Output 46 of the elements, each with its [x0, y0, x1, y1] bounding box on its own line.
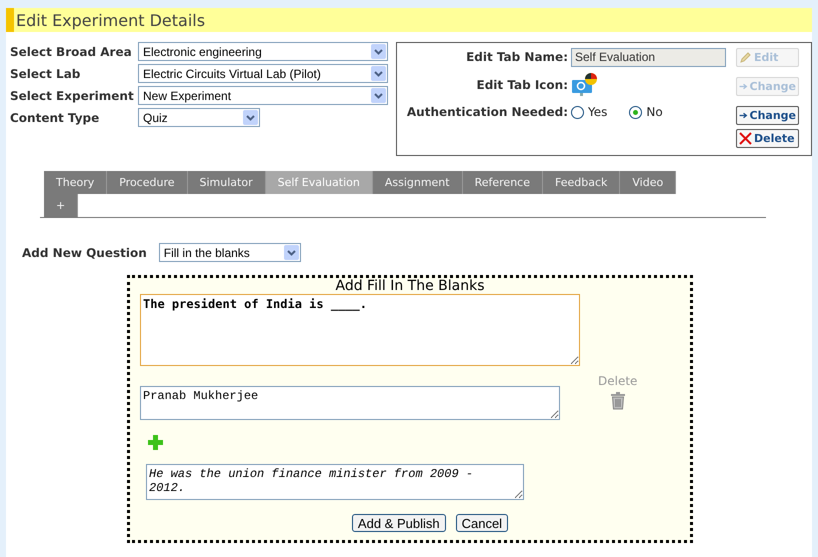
tab[interactable]: +: [44, 194, 78, 217]
field-label: Select Broad Area: [10, 44, 133, 58]
field-label: Select Lab: [10, 66, 82, 80]
tab[interactable]: Feedback: [543, 171, 620, 194]
radio-option[interactable]: Yes: [571, 105, 608, 119]
monitor-icon[interactable]: [571, 72, 599, 98]
tab[interactable]: Assignment: [372, 171, 463, 194]
field-label: Edit Tab Name:: [466, 50, 569, 64]
dropdown-caret-icon[interactable]: [371, 88, 386, 103]
form-button[interactable]: Cancel: [456, 514, 508, 532]
trash-icon[interactable]: [610, 392, 626, 410]
tab-name-field[interactable]: Self Evaluation: [571, 48, 726, 66]
change-button[interactable]: Change: [736, 106, 799, 125]
tab[interactable]: Reference: [462, 171, 543, 194]
accent-bar: [6, 8, 14, 32]
close-icon: [739, 132, 752, 145]
dropdown-caret-icon[interactable]: [371, 44, 386, 59]
dropdown[interactable]: Electric Circuits Virtual Lab (Pilot): [138, 64, 388, 83]
dropdown[interactable]: New Experiment: [138, 86, 388, 105]
question-field[interactable]: The president of India is ____.: [140, 294, 580, 366]
dropdown[interactable]: Electronic engineering: [138, 42, 388, 61]
dropdown-caret-icon[interactable]: [243, 110, 258, 125]
dropdown-caret-icon[interactable]: [284, 245, 299, 260]
field-label: Authentication Needed:: [406, 105, 569, 119]
form-button[interactable]: Add & Publish: [352, 514, 446, 532]
arrow-icon: [739, 110, 748, 121]
tab[interactable]: Theory: [44, 171, 108, 194]
editor-title: Add Fill In The Blanks: [334, 278, 486, 294]
tab[interactable]: Video: [620, 171, 676, 194]
dropdown-caret-icon[interactable]: [371, 66, 386, 81]
field-label: Content Type: [10, 110, 100, 124]
dropdown[interactable]: Quiz: [138, 108, 260, 127]
field-label: Edit Tab Icon:: [476, 78, 569, 92]
arrow-icon: [739, 81, 748, 92]
field-label: Select Experiment: [10, 88, 135, 102]
tab[interactable]: Simulator: [188, 171, 266, 194]
hint-field[interactable]: He was the union finance minister from 2009 - 2012.: [146, 464, 524, 500]
answer-field[interactable]: Pranab Mukherjee: [140, 386, 560, 420]
field-label: Add New Question: [22, 246, 147, 260]
delete-button[interactable]: Delete: [736, 129, 799, 148]
plus-icon[interactable]: [148, 435, 163, 450]
dropdown[interactable]: Fill in the blanks: [158, 243, 301, 262]
pencil-icon: [739, 51, 752, 64]
tab[interactable]: Procedure: [107, 171, 188, 194]
radio-option[interactable]: No: [629, 105, 663, 119]
page-title: Edit Experiment Details: [16, 10, 206, 30]
